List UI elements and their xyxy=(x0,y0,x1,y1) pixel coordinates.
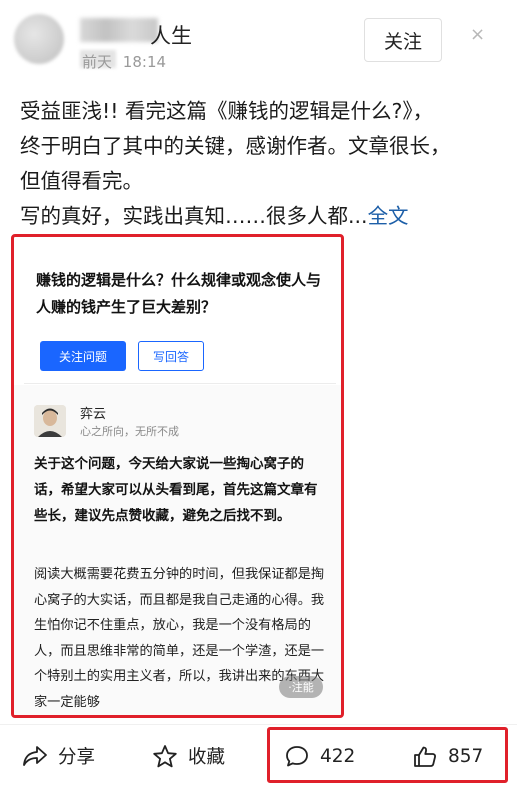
post-line-2: 终于明白了其中的关键，感谢作者。文章很长， xyxy=(20,134,451,158)
follow-button[interactable]: 关注 xyxy=(364,18,442,62)
post-text: 受益匪浅!! 看完这篇《赚钱的逻辑是什么?》， 终于明白了其中的关键，感谢作者。… xyxy=(20,94,500,234)
favorite-label: 收藏 xyxy=(188,747,226,768)
answerer-name[interactable]: 弈云 xyxy=(80,403,106,422)
question-card[interactable]: 赚钱的逻辑是什么？什么规律或观念使人与人赚的钱产生了巨大差别？ 关注问题 写回答 xyxy=(24,249,336,384)
star-icon xyxy=(153,744,177,767)
action-bar-divider xyxy=(0,724,517,725)
author-avatar[interactable] xyxy=(14,14,64,64)
full-text-link[interactable]: 全文 xyxy=(368,204,409,228)
post-line-4: 写的真好，实践出真知……很多人都...全文 xyxy=(20,199,500,234)
post-line-3: 但值得看完。 xyxy=(20,169,143,193)
author-name[interactable]: 人生 xyxy=(150,20,192,50)
share-button[interactable]: 分享 xyxy=(22,740,95,772)
post-line-4-text: 写的真好，实践出真知……很多人都... xyxy=(20,204,368,228)
post-line-1: 受益匪浅!! 看完这篇《赚钱的逻辑是什么?》， xyxy=(20,99,434,123)
share-label: 分享 xyxy=(58,747,96,768)
write-answer-button[interactable]: 写回答 xyxy=(138,341,204,371)
post-time: 前天 18:14 xyxy=(82,51,166,72)
answer-bold-intro: 关于这个问题，今天给大家说一些掏心窝子的话，希望大家可以从头看到尾，首先这篇文章… xyxy=(34,456,318,524)
embedded-article-card[interactable]: 赚钱的逻辑是什么？什么规律或观念使人与人赚的钱产生了巨大差别？ 关注问题 写回答… xyxy=(11,234,344,718)
answer-preview[interactable]: 弈云 心之所向，无所不成 关于这个问题，今天给大家说一些掏心窝子的话，希望大家可… xyxy=(14,385,341,715)
favorite-button[interactable]: 收藏 xyxy=(152,740,225,772)
answerer-avatar[interactable] xyxy=(34,405,66,437)
follow-question-button[interactable]: 关注问题 xyxy=(40,341,126,371)
share-icon xyxy=(23,746,47,766)
person-portrait-icon xyxy=(34,405,66,437)
answerer-bio: 心之所向，无所不成 xyxy=(80,425,179,438)
comment-like-highlight xyxy=(267,727,508,783)
watermark-badge: ·注能 xyxy=(279,676,323,698)
close-icon[interactable]: × xyxy=(470,24,485,45)
author-name-redacted xyxy=(80,18,158,42)
question-title[interactable]: 赚钱的逻辑是什么？什么规律或观念使人与人赚的钱产生了巨大差别？ xyxy=(36,267,321,321)
time-prefix: 前天 xyxy=(82,53,113,71)
time-value: 18:14 xyxy=(122,53,167,71)
